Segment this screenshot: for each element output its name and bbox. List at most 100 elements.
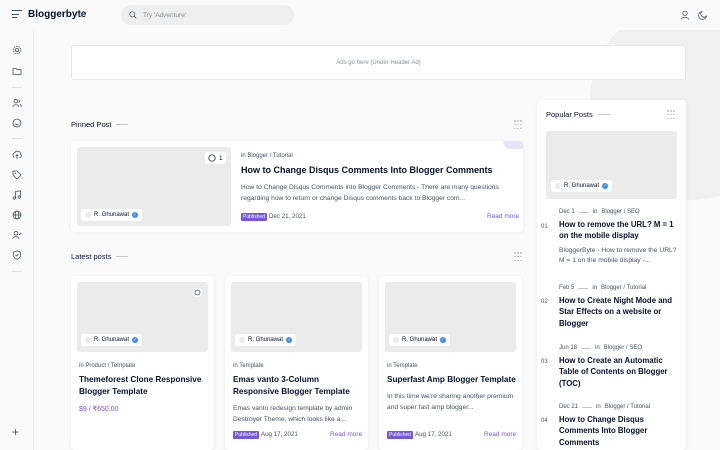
popular-title[interactable]: How to remove the URL? M = 1 on the mobi…: [559, 219, 679, 242]
verified-icon: ✓: [440, 337, 447, 343]
popular-section-title: Popular Posts: [546, 110, 610, 119]
plus-icon[interactable]: +: [12, 426, 19, 438]
author-name: R. Ghunawat: [564, 183, 600, 189]
read-more-link[interactable]: Read more: [487, 213, 519, 220]
category-prefix: in: [79, 363, 84, 369]
comment-count: 1: [219, 154, 223, 162]
popular-rank: 02: [541, 299, 548, 305]
popular-item[interactable]: Feb 5 in Blogger / Tutorial 02 How to Crea…: [541, 285, 679, 329]
popular-rank: 04: [541, 418, 548, 424]
post-date: Aug 17, 2021: [414, 431, 452, 438]
users-icon[interactable]: [12, 98, 22, 108]
post-title[interactable]: Emas vanto 3-Column Responsive Blogger T…: [233, 374, 363, 397]
popular-date: Jun 18: [559, 345, 578, 351]
post-date-row: Published Aug 17, 2021: [387, 431, 452, 439]
sidebar-divider: [12, 271, 22, 272]
category-link[interactable]: Blogger / Tutorial: [601, 285, 646, 291]
comment-count-badge[interactable]: 1: [205, 152, 226, 164]
published-badge: Published: [387, 431, 413, 439]
verified-icon: ✓: [286, 337, 293, 343]
header: Bloggerbyte .net: [0, 0, 720, 30]
category-link[interactable]: Blogger / SEO: [604, 345, 642, 351]
post-date-row: Published Aug 17, 2021: [233, 431, 298, 439]
section-dots-icon: [667, 110, 677, 120]
verified-icon: ✓: [132, 337, 139, 343]
read-more-link[interactable]: Read more: [330, 431, 362, 438]
header-ad-slot: Ads go here (Under Header Ad): [71, 45, 686, 80]
folder-icon[interactable]: [12, 66, 22, 76]
category-prefix: in: [592, 209, 598, 215]
menu-icon[interactable]: [12, 10, 22, 19]
category-prefix: in: [596, 404, 601, 410]
verified-icon: ✓: [602, 183, 609, 189]
post-title[interactable]: Superfast Amp Blogger Template: [387, 374, 517, 386]
avatar: [555, 183, 561, 189]
search-input[interactable]: [143, 11, 283, 19]
latest-post-card[interactable]: R. Ghunawat ✓ in Product / Template Them…: [71, 276, 214, 450]
search-bar[interactable]: [121, 5, 294, 25]
category-prefix: in: [233, 363, 238, 369]
author-chip[interactable]: R. Ghunawat ✓: [389, 334, 451, 346]
sidebar: +: [0, 30, 34, 450]
avatar: [85, 212, 91, 218]
post-date: Aug 17, 2021: [260, 431, 298, 438]
user-icon[interactable]: [680, 10, 690, 20]
avatar: [85, 337, 91, 343]
latest-section-title: Latest posts: [71, 252, 128, 261]
read-more-link[interactable]: Read more: [484, 431, 516, 438]
globe-icon[interactable]: [12, 210, 22, 220]
card-corner-decoration: [503, 141, 523, 149]
settings-icon[interactable]: [12, 45, 22, 55]
post-excerpt: How to Change Disqus Comments into Blogg…: [241, 184, 499, 202]
category-prefix: in: [592, 285, 598, 291]
author-chip[interactable]: R. Ghunawat ✓: [235, 334, 297, 346]
popular-title[interactable]: How to Create Night Mode and Star Effect…: [559, 295, 679, 329]
popular-item[interactable]: Dec 1 in Blogger / SEO 01 How to remove th…: [541, 209, 679, 267]
published-badge: Published: [241, 213, 267, 221]
post-category: in Template: [387, 363, 418, 369]
popular-excerpt: BloggerByte - How to remove the URL? M =…: [559, 246, 677, 265]
tag-icon[interactable]: [12, 170, 22, 180]
sidebar-divider: [12, 87, 22, 88]
user-check-icon[interactable]: [12, 230, 22, 240]
category-link[interactable]: Blogger / SEO: [601, 209, 639, 215]
sidebar-divider: [12, 138, 22, 139]
popular-rank: 03: [541, 359, 548, 365]
category-link[interactable]: Blogger / Tutorial: [605, 404, 650, 410]
smile-icon[interactable]: [12, 118, 22, 128]
post-excerpt: Emas vanto redesign template by admin De…: [233, 405, 353, 423]
latest-post-card[interactable]: R. Ghunawat ✓ in Template Superfast Amp …: [379, 276, 522, 450]
author-chip[interactable]: R. Ghunawat ✓: [81, 334, 143, 346]
shield-icon[interactable]: [12, 250, 22, 260]
popular-title[interactable]: How to Create an Automatic Table of Cont…: [559, 355, 679, 389]
moon-icon[interactable]: [698, 10, 708, 20]
post-excerpt: In this time we're sharing another premi…: [387, 393, 514, 411]
comment-icon: [208, 154, 216, 162]
popular-item[interactable]: Jun 18 in Blogger / SEO 03 How to Create a…: [541, 345, 679, 389]
search-icon: [129, 11, 137, 19]
post-title[interactable]: Themeforest Clone Responsive Blogger Tem…: [79, 374, 209, 397]
popular-title[interactable]: How to Change Disqus Comments Into Blogg…: [559, 414, 679, 448]
popular-date: Dec 21: [559, 404, 579, 410]
post-title[interactable]: How to Change Disqus Comments Into Blogg…: [241, 165, 516, 177]
category-prefix: in: [595, 345, 600, 351]
popular-item[interactable]: Dec 21 in Blogger / Tutorial 04 How to Cha…: [541, 404, 679, 448]
author-chip[interactable]: R. Ghunawat ✓: [81, 209, 143, 221]
category-link[interactable]: Template: [393, 363, 417, 369]
category-prefix: in: [387, 363, 392, 369]
category-link[interactable]: Template: [239, 363, 263, 369]
post-category: in Blogger / Tutorial: [241, 153, 293, 159]
post-date-row: Published Dec 21, 2021: [241, 213, 306, 221]
author-chip[interactable]: R. Ghunawat ✓: [551, 180, 613, 192]
upload-icon[interactable]: [12, 150, 22, 160]
comment-icon[interactable]: [193, 288, 202, 297]
pinned-section-title: Pinned Post: [71, 120, 128, 129]
category-link[interactable]: Product / Template: [85, 363, 135, 369]
avatar: [239, 337, 245, 343]
pinned-post-card[interactable]: 1 R. Ghunawat ✓ in Blogger / Tutorial Ho…: [71, 141, 523, 232]
author-name: R. Ghunawat: [94, 337, 130, 343]
latest-post-card[interactable]: R. Ghunawat ✓ in Template Emas vanto 3-C…: [225, 276, 368, 450]
popular-date: Dec 1: [559, 209, 575, 215]
music-icon[interactable]: [12, 190, 22, 200]
category-link[interactable]: Blogger / Tutorial: [247, 153, 292, 159]
